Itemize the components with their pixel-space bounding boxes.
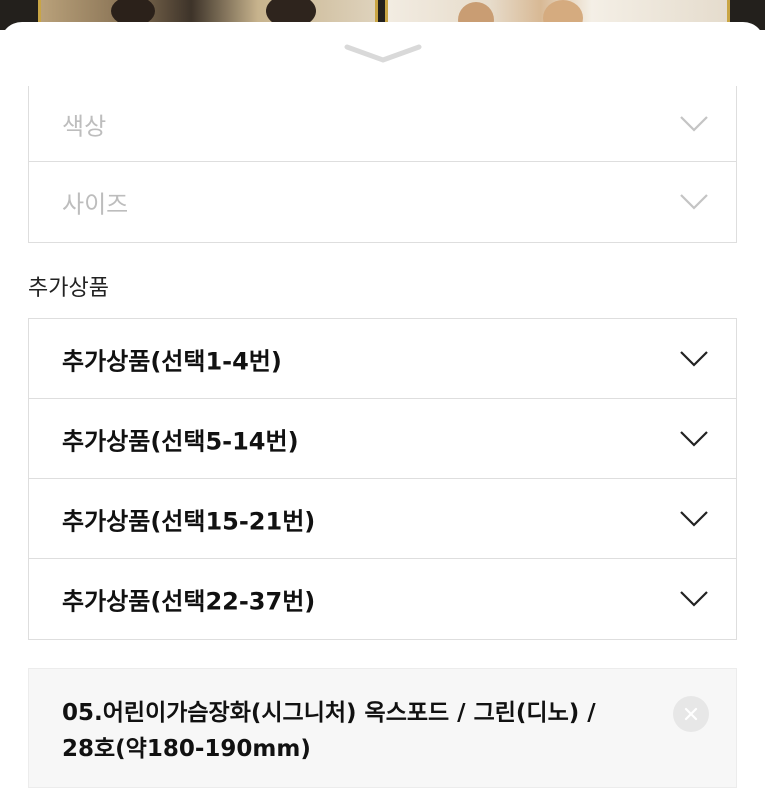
extra-product-label: 추가상품(선택5-14번)	[62, 427, 299, 455]
chevron-down-icon	[680, 510, 708, 527]
remove-option-button[interactable]	[673, 696, 709, 732]
extra-products-title: 추가상품	[28, 276, 109, 301]
chevron-down-icon	[680, 194, 708, 210]
extra-product-label: 추가상품(선택1-4번)	[62, 347, 282, 375]
option-select-group: 색상 사이즈	[28, 86, 737, 243]
close-icon	[684, 707, 698, 721]
extra-product-label: 추가상품(선택22-37번)	[62, 587, 316, 616]
chevron-down-icon	[680, 350, 708, 367]
extra-product-select[interactable]: 추가상품(선택1-4번)	[29, 319, 736, 399]
color-select-label: 색상	[62, 112, 107, 140]
extra-product-label: 추가상품(선택15-21번)	[62, 507, 316, 535]
color-select[interactable]: 색상	[29, 86, 736, 162]
sheet-handle-icon[interactable]	[343, 42, 423, 68]
selected-option-text: 05.어린이가슴장화(시그니처) 옥스포드 / 그린(디노) / 28호(약18…	[62, 695, 672, 767]
chevron-down-icon	[680, 591, 708, 607]
extra-product-select[interactable]: 추가상품(선택15-21번)	[29, 479, 736, 559]
extra-products-group: 추가상품(선택1-4번) 추가상품(선택5-14번) 추가상품(선택15-21번…	[28, 318, 737, 640]
extra-product-select[interactable]: 추가상품(선택5-14번)	[29, 399, 736, 479]
size-select[interactable]: 사이즈	[29, 162, 736, 242]
extra-product-select[interactable]: 추가상품(선택22-37번)	[29, 559, 736, 639]
selected-option-line: 28호(약180-190mm)	[62, 736, 311, 762]
chevron-down-icon	[680, 115, 708, 132]
chevron-down-icon	[680, 430, 708, 447]
selected-option-card: 05.어린이가슴장화(시그니처) 옥스포드 / 그린(디노) / 28호(약18…	[28, 668, 737, 788]
selected-option-line: 05.어린이가슴장화(시그니처) 옥스포드 / 그린(디노) /	[62, 700, 596, 726]
size-select-label: 사이즈	[62, 190, 129, 219]
